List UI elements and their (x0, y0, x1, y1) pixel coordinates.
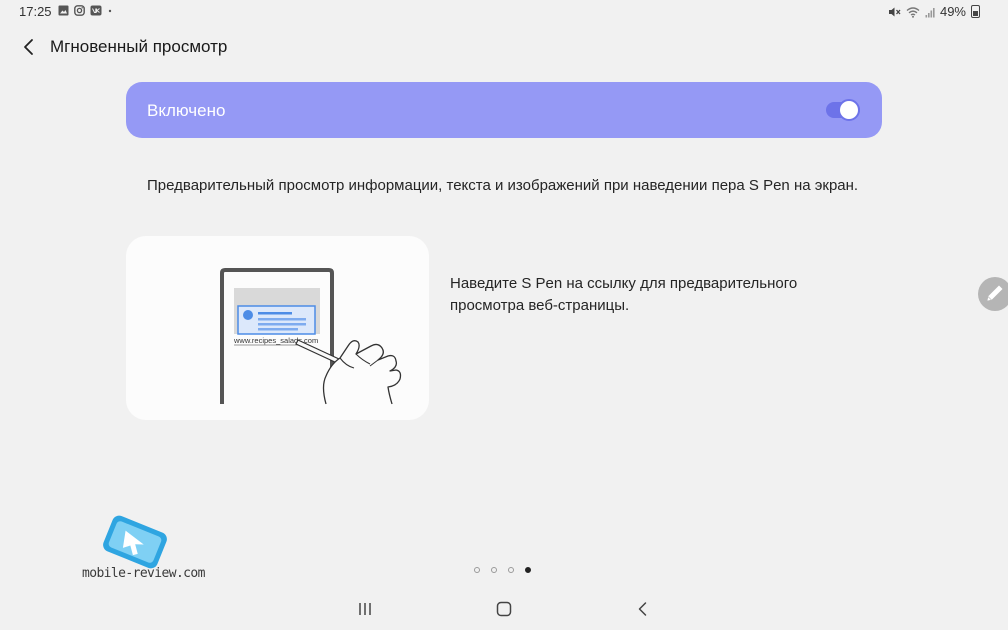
page-dot[interactable] (474, 567, 480, 573)
page-indicator (474, 567, 531, 573)
back-arrow-icon[interactable] (18, 36, 40, 58)
home-icon[interactable] (495, 600, 513, 618)
watermark-text: mobile-review.com (82, 566, 205, 581)
battery-percent: 49% (939, 4, 966, 19)
vk-icon (90, 5, 102, 16)
signal-icon (925, 7, 935, 17)
page-dot[interactable] (491, 567, 497, 573)
page-dot-active[interactable] (525, 567, 531, 573)
instagram-icon (74, 5, 85, 16)
switch-label: Включено (147, 101, 226, 120)
air-command-button[interactable] (978, 277, 1008, 311)
illustration-hint: Наведите S Pen на ссылку для предварител… (450, 275, 798, 314)
pen-icon (986, 285, 1003, 302)
page-dot[interactable] (508, 567, 514, 573)
status-bar: 17:25 49% (0, 0, 1008, 24)
page-title: Мгновенный просмотр (50, 37, 228, 56)
illustration-card: www.recipes_salads.com (126, 236, 429, 420)
navigation-bar (0, 592, 1008, 630)
gallery-icon (58, 5, 69, 16)
system-icons: 49% (888, 4, 980, 19)
toggle-switch[interactable] (826, 99, 860, 121)
wifi-icon (906, 6, 920, 18)
mute-icon (888, 7, 901, 16)
status-time: 17:25 (19, 4, 52, 19)
recents-icon[interactable] (356, 601, 374, 617)
screen: 17:25 49% Мгновенный просмотр Включено П… (0, 0, 1008, 630)
feature-description: Предварительный просмотр информации, тек… (147, 177, 859, 194)
app-bar: Мгновенный просмотр (0, 28, 1008, 66)
dot-icon (108, 9, 112, 13)
master-switch-card[interactable]: Включено (126, 82, 882, 138)
battery-icon (971, 5, 980, 18)
nav-back-icon[interactable] (634, 600, 652, 618)
toggle-thumb (838, 99, 860, 121)
s-pen-hover-illustration: www.recipes_salads.com (220, 268, 402, 405)
notification-icons (58, 5, 113, 16)
